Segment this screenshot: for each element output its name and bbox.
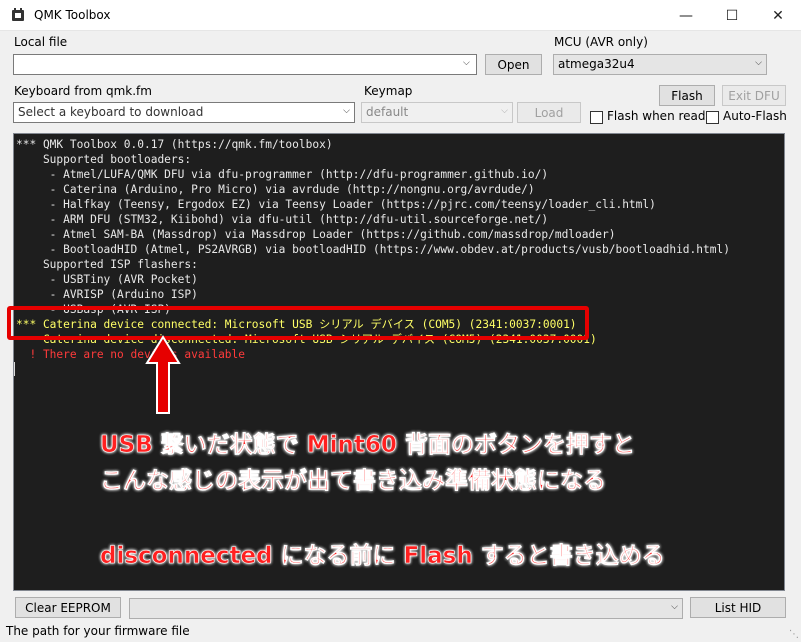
console-line: - Halfkay (Teensy, Ergodox EZ) via Teens… bbox=[16, 198, 656, 211]
open-button[interactable]: Open bbox=[485, 54, 542, 75]
list-hid-button[interactable]: List HID bbox=[690, 597, 786, 618]
qmk-logo-icon bbox=[12, 8, 24, 21]
load-button[interactable]: Load bbox=[517, 102, 581, 123]
close-icon[interactable]: ✕ bbox=[755, 0, 801, 31]
annotation-line-3: disconnected になる前に Flash すると書き込める bbox=[100, 543, 665, 570]
up-arrow-icon bbox=[145, 335, 181, 414]
console-line: Supported bootloaders: bbox=[16, 153, 192, 166]
flash-when-ready-label: Flash when ready bbox=[607, 109, 713, 123]
chevron-down-icon: ⌵ bbox=[343, 106, 350, 116]
keyboard-placeholder: Select a keyboard to download bbox=[18, 105, 204, 119]
console-line: *** QMK Toolbox 0.0.17 (https://qmk.fm/t… bbox=[16, 138, 333, 151]
clear-eeprom-button[interactable]: Clear EEPROM bbox=[15, 597, 121, 618]
maximize-icon[interactable]: ☐ bbox=[709, 0, 755, 31]
keyboard-select[interactable]: Select a keyboard to download ⌵ bbox=[13, 102, 355, 123]
status-text: The path for your firmware file bbox=[6, 624, 190, 638]
mcu-label: MCU (AVR only) bbox=[554, 35, 648, 49]
hid-device-select[interactable]: ⌵ bbox=[129, 598, 683, 619]
console-line: - AVRISP (Arduino ISP) bbox=[16, 288, 198, 301]
annotation-line-2: こんな感じの表示が出て書き込み準備状態になる bbox=[100, 468, 607, 495]
auto-flash-checkbox[interactable] bbox=[706, 111, 719, 124]
console-line: - BootloadHID (Atmel, PS2AVRGB) via boot… bbox=[16, 243, 730, 256]
console-line: - Atmel/LUFA/QMK DFU via dfu-programmer … bbox=[16, 168, 549, 181]
auto-flash-label: Auto-Flash bbox=[723, 109, 787, 123]
local-file-input[interactable] bbox=[13, 54, 477, 75]
console-output[interactable]: *** QMK Toolbox 0.0.17 (https://qmk.fm/t… bbox=[13, 133, 785, 591]
window-title: QMK Toolbox bbox=[34, 8, 111, 22]
window-scrollbar[interactable] bbox=[791, 31, 801, 622]
resize-grip-icon[interactable]: ⋱ bbox=[789, 629, 799, 640]
flash-when-ready-checkbox[interactable] bbox=[590, 111, 603, 124]
keyboard-label: Keyboard from qmk.fm bbox=[14, 84, 152, 98]
exit-dfu-button[interactable]: Exit DFU bbox=[722, 85, 786, 106]
keymap-value: default bbox=[366, 105, 409, 119]
chevron-down-icon[interactable]: ⌵ bbox=[463, 58, 470, 68]
status-bar: The path for your firmware file ⋱ bbox=[0, 622, 801, 642]
local-file-label: Local file bbox=[14, 35, 68, 49]
console-line: Supported ISP flashers: bbox=[16, 258, 198, 271]
minimize-icon[interactable]: — bbox=[663, 0, 709, 31]
annotation-line-1: USB 繋いだ状態で Mint60 背面のボタンを押すと bbox=[100, 432, 636, 459]
console-line: - Caterina (Arduino, Pro Micro) via avrd… bbox=[16, 183, 535, 196]
console-line: - ARM DFU (STM32, Kiibohd) via dfu-util … bbox=[16, 213, 549, 226]
console-line: - USBTiny (AVR Pocket) bbox=[16, 273, 198, 286]
flash-button[interactable]: Flash bbox=[659, 85, 715, 106]
text-cursor bbox=[14, 362, 15, 376]
chevron-down-icon: ⌵ bbox=[755, 58, 762, 68]
chevron-down-icon: ⌵ bbox=[501, 106, 508, 116]
error-line: ! There are no devices available bbox=[16, 348, 246, 361]
chevron-down-icon: ⌵ bbox=[671, 602, 678, 612]
keymap-label: Keymap bbox=[364, 84, 413, 98]
keymap-select[interactable]: default ⌵ bbox=[361, 102, 513, 123]
title-bar: QMK Toolbox — ☐ ✕ bbox=[0, 0, 801, 31]
mcu-select[interactable]: atmega32u4 ⌵ bbox=[553, 54, 767, 75]
console-line: - Atmel SAM-BA (Massdrop) via Massdrop L… bbox=[16, 228, 616, 241]
mcu-value: atmega32u4 bbox=[558, 57, 635, 71]
highlight-box bbox=[7, 306, 589, 340]
